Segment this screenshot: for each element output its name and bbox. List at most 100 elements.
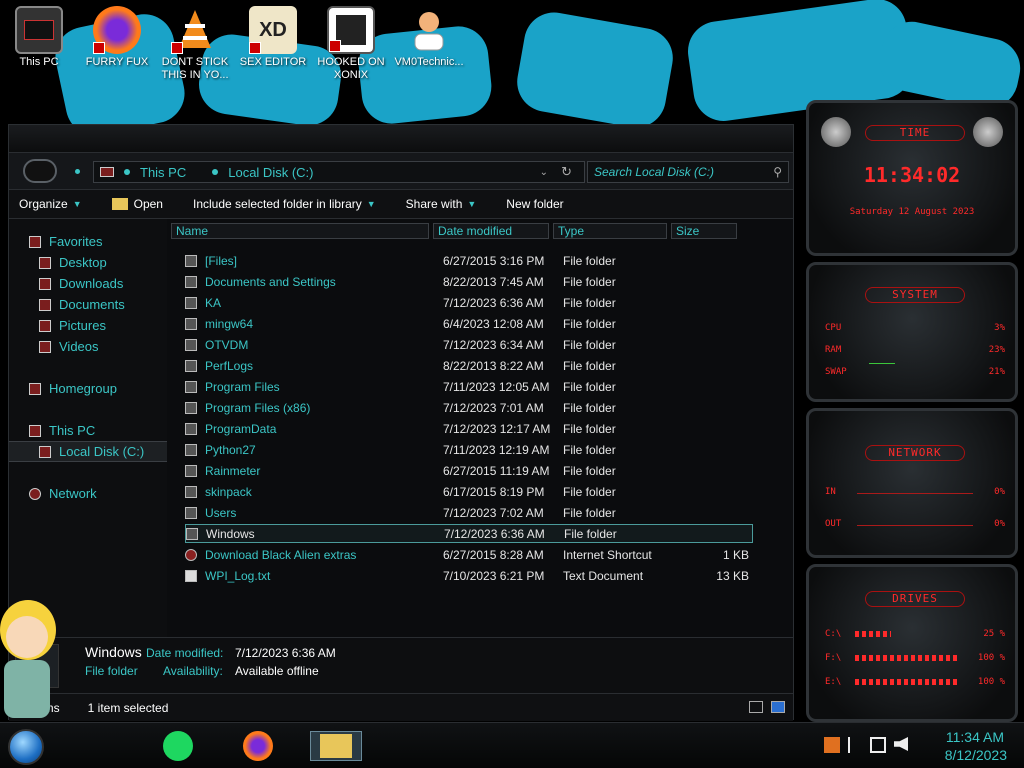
start-button[interactable] [8,729,44,765]
nav-label: Desktop [59,255,107,270]
open-button[interactable]: Open [111,197,163,211]
file-type: File folder [563,463,616,478]
button-label: Open [133,197,163,211]
file-name: KA [205,295,222,310]
desktop-icon-hex-editor[interactable]: XD SEX EDITOR [234,6,312,69]
back-button[interactable] [23,159,57,183]
column-header-type[interactable]: Type [553,223,667,239]
nav-downloads[interactable]: Downloads [9,273,167,294]
network-icon[interactable] [870,737,886,753]
file-date: 7/12/2023 12:17 AM [443,421,551,436]
address-bar[interactable]: This PC Local Disk (C:) ⌄ ↻ [93,161,585,183]
nav-desktop[interactable]: Desktop [9,252,167,273]
column-header-name[interactable]: Name [171,223,429,239]
file-row[interactable]: Documents and Settings 8/22/2013 7:45 AM F… [185,272,753,291]
desktop-icon-xonix[interactable]: HOOKED ON XONIX [312,6,390,82]
desktop-icon-this-pc[interactable]: This PC [0,6,78,69]
system-row-swap: SWAP 21% [825,367,1005,377]
file-row[interactable]: skinpack 6/17/2015 8:19 PM File folder [185,482,753,501]
search-input[interactable]: Search Local Disk (C:) ⚲ [587,161,789,183]
file-list: Name Date modified Type Size [Files] 6/27… [167,219,793,637]
column-header-date[interactable]: Date modified [433,223,549,239]
network-row-out: OUT 0% [825,519,1005,529]
breadcrumb-local-disk[interactable]: Local Disk (C:) [212,165,313,180]
history-dropdown-icon[interactable] [75,169,80,174]
nav-label: Local Disk (C:) [59,444,145,459]
desktop-icon-label: DONT STICK THIS IN YO... [161,56,229,81]
clock-time[interactable]: 11:34 AM [946,729,1004,745]
file-row[interactable]: Download Black Alien extras 6/27/2015 8:2… [185,545,753,564]
file-row[interactable]: Python27 7/11/2023 12:19 AM File folder [185,440,753,459]
column-label: Size [676,224,700,238]
taskbar-app-firefox[interactable] [240,731,276,761]
include-in-library-button[interactable]: Include selected folder in library ▼ [193,197,376,211]
flag-icon[interactable] [848,737,862,753]
alien-head-icon [973,117,1003,147]
warning-icon[interactable] [824,737,840,753]
large-icons-view-icon[interactable] [771,701,785,713]
organize-button[interactable]: Organize ▼ [19,197,82,211]
file-row[interactable]: [Files] 6/27/2015 3:16 PM File folder [185,251,753,270]
file-type: Internet Shortcut [563,547,652,562]
desktop-icon-label: VM0Technic... [394,56,464,68]
file-row[interactable]: Program Files (x86) 7/12/2023 7:01 AM File… [185,398,753,417]
button-label: Include selected folder in library [192,197,362,211]
file-row[interactable]: PerfLogs 8/22/2013 8:22 AM File folder [185,356,753,375]
file-row[interactable]: KA 7/12/2023 6:36 AM File folder [185,293,753,312]
nav-documents[interactable]: Documents [9,294,167,315]
spotify-icon [163,731,193,761]
window-titlebar[interactable] [9,125,793,153]
column-label: Name [176,224,209,238]
file-name: Program Files [205,379,280,394]
details-availability-label: Availability: [163,664,223,678]
file-name: Documents and Settings [205,274,336,289]
details-view-icon[interactable] [749,701,763,713]
folder-icon [185,401,197,414]
desktop-icon-vlc[interactable]: DONT STICK THIS IN YO... [156,6,234,82]
column-header-size[interactable]: Size [671,223,737,239]
nav-label: Documents [59,297,125,312]
file-row[interactable]: OTVDM 7/12/2023 6:34 AM File folder [185,335,753,354]
nav-pictures[interactable]: Pictures [9,315,167,336]
file-name: Users [205,505,237,520]
file-row[interactable]: WPI_Log.txt 7/10/2023 6:21 PM Text Documen… [185,566,753,585]
file-row[interactable]: Program Files 7/11/2023 12:05 AM File fold… [185,377,753,396]
nav-favorites[interactable]: Favorites [9,231,167,252]
nav-homegroup[interactable]: Homegroup [9,378,167,399]
file-row[interactable]: Users 7/12/2023 7:02 AM File folder [185,503,753,522]
nav-label: Homegroup [49,381,117,396]
folder-icon [185,254,197,267]
file-row[interactable]: mingw64 6/4/2023 12:08 AM File folder [185,314,753,333]
command-toolbar: Organize ▼ Open Include selected folder i… [9,189,793,276]
volume-icon[interactable] [894,737,908,751]
nav-network[interactable]: Network [9,483,167,504]
share-with-button[interactable]: Share with ▼ [406,197,477,211]
file-type: File folder [563,379,616,394]
clock-date[interactable]: 8/12/2023 [945,747,1007,763]
file-row[interactable]: Windows 7/12/2023 6:36 AM File folder [185,524,753,543]
folder-icon [185,338,197,351]
nav-this-pc[interactable]: This PC [9,420,167,441]
taskbar-app-explorer[interactable] [310,731,362,761]
nav-label: Downloads [59,276,124,291]
file-row[interactable]: Rainmeter 6/27/2015 11:19 AM File folder [185,461,753,480]
time-widget: Time 11:34:02 Saturday 12 August 2023 [806,100,1018,256]
file-date: 7/11/2023 12:19 AM [443,442,550,457]
refresh-icon[interactable]: ↻ [561,164,572,180]
desktop-icon-vm0[interactable]: VM0Technic... [390,6,468,69]
network-in-graph [857,493,973,494]
button-label: Share with [405,197,463,211]
nav-videos[interactable]: Videos [9,336,167,357]
taskbar-app-spotify[interactable] [160,731,196,761]
nav-label: Network [49,486,97,501]
desktop-icon-firefox[interactable]: FURRY FUX [78,6,156,69]
chevron-down-icon[interactable]: ⌄ [540,167,548,178]
button-label: New folder [506,197,564,211]
nav-local-disk[interactable]: Local Disk (C:) [9,441,167,462]
drive-usage-bar [855,679,959,685]
new-folder-button[interactable]: New folder [506,197,563,211]
breadcrumb-this-pc[interactable]: This PC [124,165,186,180]
network-out-graph [857,525,973,526]
file-row[interactable]: ProgramData 7/12/2023 12:17 AM File folder [185,419,753,438]
text-file-icon [185,569,197,582]
